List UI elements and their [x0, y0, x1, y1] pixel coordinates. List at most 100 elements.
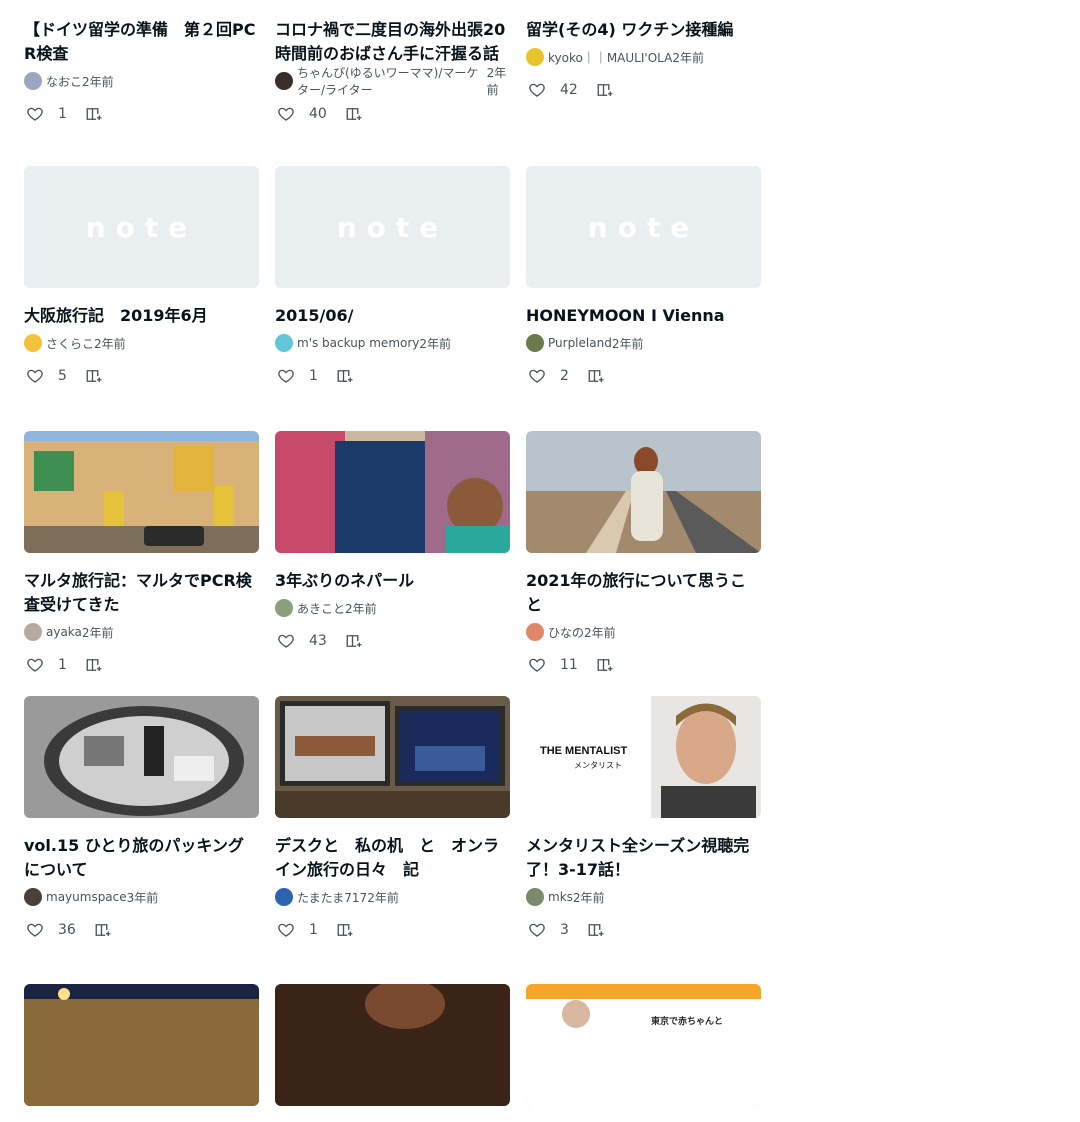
heart-icon[interactable]: [526, 365, 548, 387]
author-name[interactable]: あきこと: [297, 600, 345, 617]
author-name[interactable]: mks: [548, 890, 573, 904]
card-author[interactable]: ひなの 2年前: [526, 623, 761, 641]
add-to-magazine-icon[interactable]: [594, 654, 616, 676]
note-card[interactable]: 【ドイツ留学の準備 第２回PCR検査 なおこ 2年前 1: [24, 18, 259, 126]
card-thumbnail[interactable]: [526, 431, 761, 553]
author-name[interactable]: なおこ: [46, 73, 82, 90]
author-name[interactable]: さくらこ: [46, 335, 94, 352]
card-title[interactable]: デスクと 私の机 と オンライン旅行の日々 記: [275, 834, 510, 882]
avatar[interactable]: [275, 72, 293, 90]
card-author[interactable]: ayaka 2年前: [24, 623, 259, 641]
author-name[interactable]: ayaka: [46, 625, 82, 639]
card-author[interactable]: mayumspace 3年前: [24, 888, 259, 906]
avatar[interactable]: [275, 599, 293, 617]
author-name[interactable]: ひなの: [548, 624, 584, 641]
heart-icon[interactable]: [526, 654, 548, 676]
card-author[interactable]: あきこと 2年前: [275, 599, 510, 617]
note-card[interactable]: note HONEYMOON I Vienna Purpleland 2年前 2: [526, 166, 761, 388]
heart-icon[interactable]: [24, 654, 46, 676]
avatar[interactable]: [275, 888, 293, 906]
add-to-magazine-icon[interactable]: [334, 919, 356, 941]
author-name[interactable]: mayumspace: [46, 890, 127, 904]
card-thumbnail[interactable]: note: [24, 166, 259, 288]
card-thumbnail[interactable]: [24, 696, 259, 818]
add-to-magazine-icon[interactable]: [585, 919, 607, 941]
add-to-magazine-icon[interactable]: [585, 365, 607, 387]
add-to-magazine-icon[interactable]: [343, 103, 365, 125]
add-to-magazine-icon[interactable]: [83, 654, 105, 676]
author-name[interactable]: Purpleland: [548, 336, 612, 350]
avatar[interactable]: [526, 623, 544, 641]
note-card[interactable]: マルタ旅行記：マルタでPCR検査受けてきた ayaka 2年前 1: [24, 431, 259, 677]
card-thumbnail[interactable]: [275, 431, 510, 553]
heart-icon[interactable]: [275, 630, 297, 652]
card-title[interactable]: 留学(その4) ワクチン接種編: [526, 18, 761, 42]
heart-icon[interactable]: [24, 365, 46, 387]
note-card[interactable]: THE MENTALIST メンタリストメンタリスト全シーズン視聴完了！3-17…: [526, 696, 761, 942]
card-title[interactable]: vol.15 ひとり旅のパッキングについて: [24, 834, 259, 882]
card-thumbnail[interactable]: note: [526, 166, 761, 288]
card-title[interactable]: 2015/06/: [275, 304, 510, 328]
add-to-magazine-icon[interactable]: [83, 365, 105, 387]
heart-icon[interactable]: [275, 365, 297, 387]
note-card[interactable]: 東京で赤ちゃんと: [526, 984, 761, 1122]
card-title[interactable]: 2021年の旅行について思うこと: [526, 569, 761, 617]
post-time: 2年前: [81, 625, 114, 640]
heart-icon[interactable]: [275, 103, 297, 125]
note-card[interactable]: 2021年の旅行について思うこと ひなの 2年前 11: [526, 431, 761, 677]
card-title[interactable]: HONEYMOON I Vienna: [526, 304, 761, 328]
avatar[interactable]: [526, 334, 544, 352]
card-author[interactable]: kyoko｜｜MAULI'OLA 2年前: [526, 48, 761, 66]
note-card[interactable]: コロナ禍で二度目の海外出張20時間前のおばさん手に汗握る話 ちゃんぴ(ゆるいワーマ…: [275, 18, 510, 126]
card-thumbnail[interactable]: [24, 984, 259, 1106]
card-author[interactable]: さくらこ 2年前: [24, 334, 259, 352]
heart-icon[interactable]: [24, 103, 46, 125]
note-card[interactable]: [275, 984, 510, 1122]
card-author[interactable]: m's backup memory 2年前: [275, 334, 510, 352]
card-thumbnail[interactable]: [275, 984, 510, 1106]
card-thumbnail[interactable]: [275, 696, 510, 818]
card-title[interactable]: 3年ぶりのネパール: [275, 569, 510, 593]
card-thumbnail[interactable]: THE MENTALIST メンタリスト: [526, 696, 761, 818]
heart-icon[interactable]: [526, 79, 548, 101]
avatar[interactable]: [24, 334, 42, 352]
card-title[interactable]: コロナ禍で二度目の海外出張20時間前のおばさん手に汗握る話: [275, 18, 510, 66]
author-name[interactable]: ちゃんぴ(ゆるいワーママ)/マーケター/ライター: [297, 64, 487, 98]
card-author[interactable]: なおこ 2年前: [24, 72, 259, 90]
author-name[interactable]: m's backup memory: [297, 336, 419, 350]
add-to-magazine-icon[interactable]: [83, 103, 105, 125]
avatar[interactable]: [24, 72, 42, 90]
card-title[interactable]: 大阪旅行記 2019年6月: [24, 304, 259, 328]
avatar[interactable]: [24, 888, 42, 906]
card-author[interactable]: Purpleland 2年前: [526, 334, 761, 352]
heart-icon[interactable]: [24, 919, 46, 941]
avatar[interactable]: [275, 334, 293, 352]
note-card[interactable]: vol.15 ひとり旅のパッキングについて mayumspace 3年前 36: [24, 696, 259, 942]
heart-icon[interactable]: [526, 919, 548, 941]
note-card[interactable]: デスクと 私の机 と オンライン旅行の日々 記たまたま717 2年前 1: [275, 696, 510, 942]
note-card[interactable]: 3年ぶりのネパール あきこと 2年前 43: [275, 431, 510, 677]
note-card[interactable]: note 大阪旅行記 2019年6月 さくらこ 2年前 5: [24, 166, 259, 388]
note-card[interactable]: note 2015/06/m's backup memory 2年前 1: [275, 166, 510, 388]
card-author[interactable]: mks 2年前: [526, 888, 761, 906]
avatar[interactable]: [526, 888, 544, 906]
add-to-magazine-icon[interactable]: [594, 79, 616, 101]
author-name[interactable]: kyoko｜｜MAULI'OLA: [548, 49, 672, 66]
author-name[interactable]: たまたま717: [297, 889, 367, 906]
card-author[interactable]: ちゃんぴ(ゆるいワーママ)/マーケター/ライター 2年前: [275, 66, 510, 97]
card-thumbnail[interactable]: 東京で赤ちゃんと: [526, 984, 761, 1106]
card-title[interactable]: マルタ旅行記：マルタでPCR検査受けてきた: [24, 569, 259, 617]
add-to-magazine-icon[interactable]: [343, 630, 365, 652]
avatar[interactable]: [24, 623, 42, 641]
note-card[interactable]: [24, 984, 259, 1122]
card-title[interactable]: 【ドイツ留学の準備 第２回PCR検査: [24, 18, 259, 66]
add-to-magazine-icon[interactable]: [92, 919, 114, 941]
card-title[interactable]: メンタリスト全シーズン視聴完了！3-17話！: [526, 834, 761, 882]
card-thumbnail[interactable]: [24, 431, 259, 553]
card-thumbnail[interactable]: note: [275, 166, 510, 288]
avatar[interactable]: [526, 48, 544, 66]
heart-icon[interactable]: [275, 919, 297, 941]
card-author[interactable]: たまたま717 2年前: [275, 888, 510, 906]
add-to-magazine-icon[interactable]: [334, 365, 356, 387]
note-card[interactable]: 留学(その4) ワクチン接種編 kyoko｜｜MAULI'OLA 2年前 42: [526, 18, 761, 126]
